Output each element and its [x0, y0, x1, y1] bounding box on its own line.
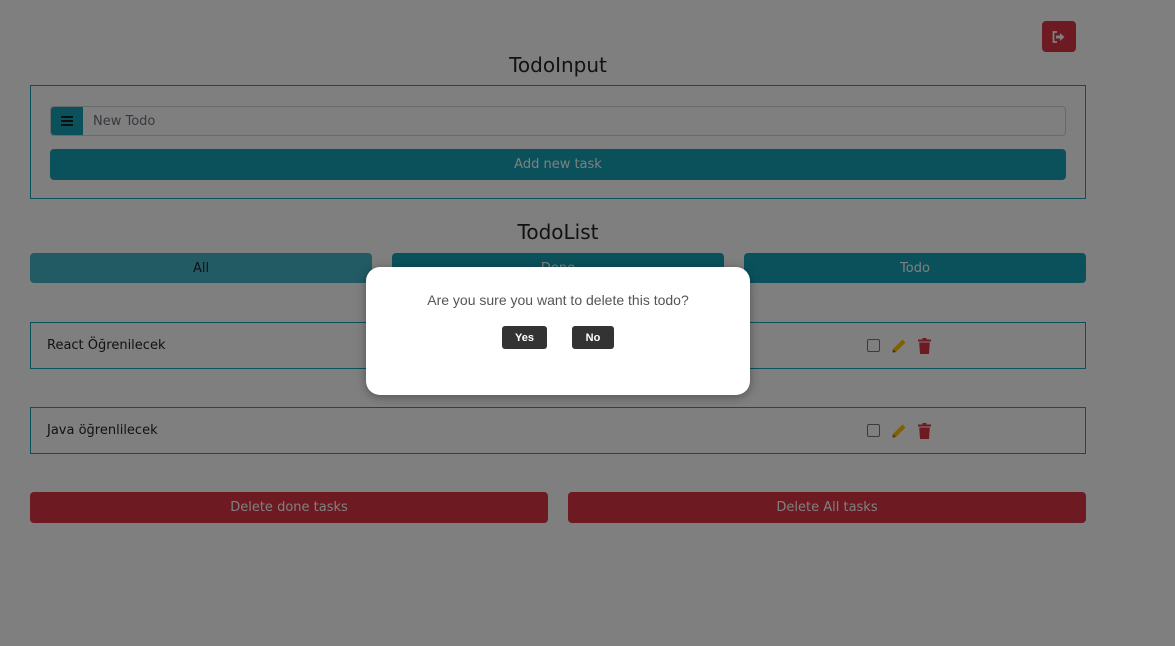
confirm-no-button[interactable]: No — [572, 326, 614, 349]
confirm-delete-dialog: Are you sure you want to delete this tod… — [366, 267, 750, 395]
confirm-yes-button[interactable]: Yes — [502, 326, 547, 349]
dialog-message: Are you sure you want to delete this tod… — [427, 292, 689, 308]
